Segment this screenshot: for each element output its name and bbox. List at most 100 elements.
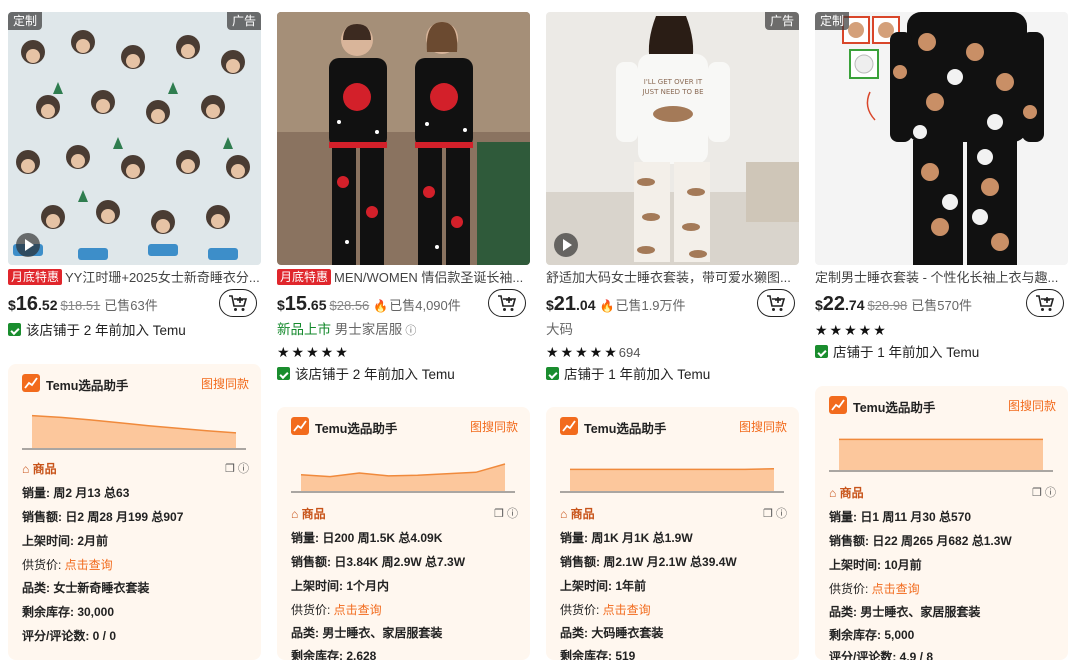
category-tag[interactable]: 男士家居服	[335, 322, 403, 337]
stat-stock: 剩余库存: 5,000	[829, 628, 915, 642]
stat-sales: 销量: 周1K 月1K 总1.9W	[560, 531, 693, 545]
verified-store-icon	[815, 345, 828, 358]
panel-title: Temu选品助手	[584, 422, 667, 436]
store-info: 该店铺于 2 年前加入 Temu	[277, 365, 455, 385]
add-to-cart-button[interactable]	[1026, 289, 1064, 317]
supply-price-link[interactable]: 点击查询	[603, 603, 651, 617]
promo-tag: 月底特惠	[8, 269, 63, 285]
bag-icon: ⌂	[22, 462, 30, 476]
product-title[interactable]: 舒适加大码女士睡衣套装，带可爱水獭图...	[546, 268, 799, 288]
supply-price-link[interactable]: 点击查询	[334, 603, 382, 617]
product-image[interactable]: 定制	[815, 12, 1068, 265]
price: $16.52	[8, 293, 58, 315]
play-icon[interactable]	[554, 233, 578, 257]
ad-badge: 广告	[764, 12, 799, 30]
trend-area	[570, 468, 774, 491]
price-row: $16.52 $18.51 已售63件	[8, 289, 261, 319]
star-rating: ★★★★★	[815, 322, 888, 338]
info-icon[interactable]: ⓘ	[776, 508, 787, 520]
product-card[interactable]: I'LL GET OVER IT JUST NEED TO BE 广告 舒适加大…	[546, 0, 799, 660]
stat-supply-price: 供货价: 点击查询	[291, 603, 382, 617]
product-title-text[interactable]: MEN/WOMEN 情侣款圣诞长袖...	[334, 270, 523, 285]
svg-text:I'LL GET OVER IT: I'LL GET OVER IT	[644, 78, 703, 86]
panel-title: Temu选品助手	[46, 379, 129, 393]
store-text: 该店铺于 2 年前加入 Temu	[295, 367, 455, 382]
sold-count: 已售570件	[911, 298, 972, 313]
stat-stock: 剩余库存: 2,628	[291, 649, 377, 660]
original-price: $28.56	[329, 298, 370, 313]
product-title[interactable]: 月底特惠 YY江时珊+2025女士新奇睡衣分...	[8, 268, 261, 288]
stat-supply-price: 供货价: 点击查询	[22, 558, 113, 572]
info-icon[interactable]: ⓘ	[1045, 487, 1056, 499]
bag-icon: ⌂	[829, 486, 837, 500]
ad-badge: 广告	[226, 12, 261, 30]
original-price: $18.51	[60, 298, 101, 313]
add-to-cart-button[interactable]	[219, 289, 257, 317]
product-image[interactable]	[277, 12, 530, 265]
copy-icon[interactable]: ❐	[225, 463, 235, 475]
product-card[interactable]: 定制 广告 月底特惠 YY江时珊+2025女士新奇睡衣分... $16.52 $18…	[8, 0, 261, 660]
verified-store-icon	[8, 323, 21, 336]
stat-listed: 上架时间: 10月前	[829, 558, 922, 572]
info-icon[interactable]: ⓘ	[238, 463, 249, 475]
sales-trend-chart	[829, 438, 1053, 472]
store-text: 店铺于 1 年前加入 Temu	[833, 345, 980, 360]
info-icon[interactable]: ⓘ	[507, 508, 518, 520]
image-search-link[interactable]: 图搜同款	[470, 418, 518, 435]
price-cents: .74	[845, 297, 865, 313]
store-info: 店铺于 1 年前加入 Temu	[546, 365, 710, 385]
sales-trend-chart	[560, 467, 784, 493]
trend-area	[839, 439, 1043, 470]
product-card[interactable]: 定制 定制男士睡衣套装 - 个性化长袖上衣与趣... $22.74 $28.98 已…	[815, 0, 1068, 660]
pajama-photo-women-face-print	[8, 12, 261, 265]
stat-revenue: 销售额: 周2.1W 月2.1W 总39.4W	[560, 555, 737, 569]
section-actions: ❐ ⓘ	[1032, 484, 1056, 500]
sales-trend-chart	[291, 463, 515, 493]
bag-icon: ⌂	[291, 507, 299, 521]
promo-tag: 月底特惠	[277, 269, 332, 285]
play-icon[interactable]	[16, 233, 40, 257]
tag-row: 新品上市 男士家居服 ⓘ	[277, 320, 416, 340]
size-tag[interactable]: 大码	[546, 320, 573, 340]
copy-icon[interactable]: ❐	[494, 508, 504, 520]
section-title: 商品	[301, 507, 326, 521]
stat-stock: 剩余库存: 30,000	[22, 605, 115, 619]
stat-stock: 剩余库存: 519	[560, 649, 636, 660]
price: $21.04	[546, 293, 596, 315]
product-image[interactable]: 定制 广告	[8, 12, 261, 265]
image-search-link[interactable]: 图搜同款	[739, 418, 787, 435]
image-search-link[interactable]: 图搜同款	[1008, 397, 1056, 414]
add-to-cart-icon	[229, 295, 248, 311]
supply-price-link[interactable]: 点击查询	[872, 582, 920, 596]
stat-category: 品类: 大码睡衣套装	[560, 626, 664, 640]
copy-icon[interactable]: ❐	[1032, 487, 1042, 499]
panel-header: Temu选品助手 图搜同款	[277, 407, 530, 443]
product-title-text[interactable]: YY江时珊+2025女士新奇睡衣分...	[65, 270, 260, 285]
sales-trend-chart	[22, 414, 246, 450]
stat-rating: 评分/评论数: 4.9 / 8	[829, 650, 934, 660]
section-header: ⌂ 商品	[22, 460, 57, 477]
stat-revenue: 销售额: 日2 周28 月199 总907	[22, 510, 184, 524]
add-to-cart-button[interactable]	[488, 289, 526, 317]
product-card[interactable]: 月底特惠 MEN/WOMEN 情侣款圣诞长袖... $15.65 $28.56 🔥已售…	[277, 0, 530, 660]
verified-store-icon	[277, 367, 290, 380]
stars: ★★★★★	[546, 344, 619, 360]
add-to-cart-button[interactable]	[757, 289, 795, 317]
currency: $	[815, 297, 823, 313]
stat-supply-price: 供货价: 点击查询	[829, 582, 920, 596]
copy-icon[interactable]: ❐	[763, 508, 773, 520]
product-image[interactable]: I'LL GET OVER IT JUST NEED TO BE 广告	[546, 12, 799, 265]
product-title-text[interactable]: 舒适加大码女士睡衣套装，带可爱水獭图...	[546, 270, 791, 285]
section-title: 商品	[570, 507, 595, 521]
supply-price-link[interactable]: 点击查询	[65, 558, 113, 572]
product-title[interactable]: 月底特惠 MEN/WOMEN 情侣款圣诞长袖...	[277, 268, 530, 288]
price-cents: .52	[38, 297, 58, 313]
image-search-link[interactable]: 图搜同款	[201, 375, 249, 392]
chart-logo-icon	[291, 417, 309, 435]
product-title[interactable]: 定制男士睡衣套装 - 个性化长袖上衣与趣...	[815, 268, 1068, 288]
product-title-text[interactable]: 定制男士睡衣套装 - 个性化长袖上衣与趣...	[815, 270, 1058, 285]
price-integer: 21	[553, 293, 577, 315]
assistant-panel: Temu选品助手 图搜同款 ⌂ 商品 ❐ ⓘ 销量: 日200 周1.5K 总4…	[277, 407, 530, 660]
panel-title: Temu选品助手	[853, 401, 936, 415]
stat-sales: 销量: 日200 周1.5K 总4.09K	[291, 531, 443, 545]
